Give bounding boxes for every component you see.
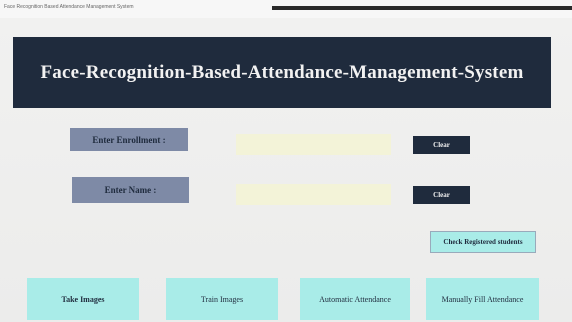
name-input[interactable]	[236, 184, 391, 205]
clear-enrollment-button[interactable]: Clear	[413, 136, 470, 154]
clear-name-button[interactable]: Clear	[413, 186, 470, 204]
name-label: Enter Name :	[72, 177, 189, 203]
automatic-attendance-button[interactable]: Automatic Attendance	[300, 278, 410, 320]
manually-fill-attendance-button[interactable]: Manually Fill Attendance	[426, 278, 539, 320]
titlebar-strip	[272, 6, 572, 10]
enrollment-label: Enter Enrollment :	[70, 128, 188, 151]
take-images-button[interactable]: Take Images	[27, 278, 139, 320]
header-banner: Face-Recognition-Based-Attendance-Manage…	[13, 37, 551, 108]
window-title: Face Recognition Based Attendance Manage…	[4, 4, 134, 10]
train-images-button[interactable]: Train Images	[166, 278, 278, 320]
window-titlebar: Face Recognition Based Attendance Manage…	[0, 0, 572, 19]
check-registered-students-button[interactable]: Check Registered students	[430, 231, 536, 253]
page-title: Face-Recognition-Based-Attendance-Manage…	[40, 61, 524, 83]
enrollment-input[interactable]	[236, 134, 391, 155]
